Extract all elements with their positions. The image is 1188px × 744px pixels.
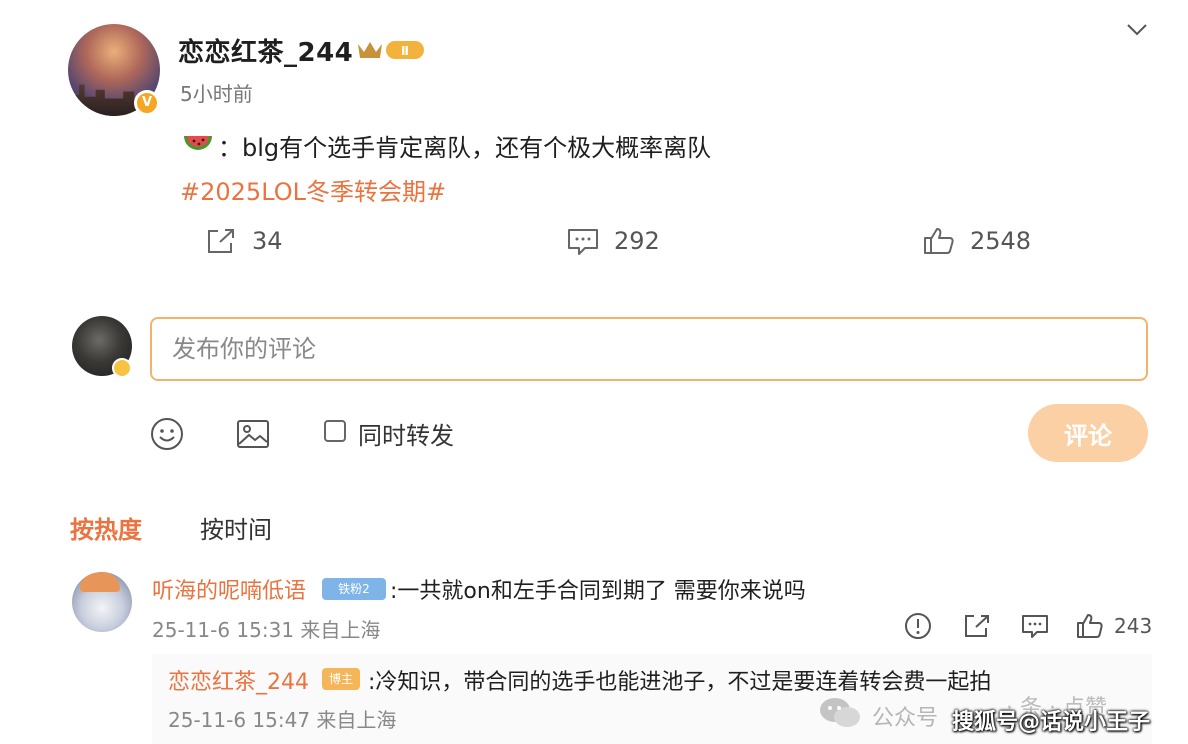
post-hashtag-link[interactable]: #2025LOL冬季转会期#	[180, 172, 446, 207]
commenter-username[interactable]: 听海的呢喃低语	[152, 573, 306, 605]
crown-level-icon: Ⅱ	[358, 41, 424, 59]
post-time: 5小时前	[180, 82, 253, 106]
report-icon[interactable]	[904, 612, 932, 640]
comment-time: 25-11-6 15:31 来自上海	[152, 618, 381, 642]
reply-time: 25-11-6 15:47 来自上海	[168, 708, 397, 732]
emoji-icon[interactable]	[150, 417, 184, 451]
tab-sort-hot[interactable]: 按热度	[70, 510, 142, 545]
comment-input[interactable]	[150, 317, 1148, 381]
commenter-avatar[interactable]	[72, 572, 132, 632]
share-icon	[208, 229, 234, 253]
comment-icon	[568, 229, 598, 255]
chevron-down-icon[interactable]	[1124, 20, 1150, 40]
my-verified-badge	[112, 358, 132, 378]
author-badge: 博主	[322, 668, 360, 690]
author-username[interactable]: 恋恋红茶_244	[178, 32, 353, 69]
image-icon[interactable]	[236, 418, 270, 450]
comment-like-button[interactable]: 243	[1076, 612, 1152, 640]
reply-text: :冷知识，带合同的选手也能进池子，不过是要连着转会费一起拍	[368, 670, 992, 695]
fan-badge: 铁粉2	[322, 578, 386, 600]
tab-sort-time[interactable]: 按时间	[200, 510, 272, 545]
comment-text: :一共就on和左手合同到期了 需要你来说吗	[390, 579, 806, 604]
like-count: 2548	[970, 227, 1032, 255]
level-badge-text: Ⅱ	[401, 44, 409, 58]
watermark-sohu: 搜狐号@话说小王子	[952, 710, 1151, 735]
reply-username[interactable]: 恋恋红茶_244	[168, 664, 309, 696]
repost-checkbox-label[interactable]: 同时转发	[358, 416, 454, 451]
like-button[interactable]: 2548	[922, 226, 1031, 256]
repost-button[interactable]: 34	[204, 226, 283, 256]
watermark-gzh: 公众号	[872, 706, 939, 731]
verified-badge: V	[134, 90, 160, 116]
thumbs-up-icon	[924, 228, 954, 254]
comment-share-icon[interactable]	[962, 612, 992, 640]
repost-checkbox[interactable]	[324, 420, 346, 442]
comment-reply-icon[interactable]	[1020, 612, 1050, 640]
comment-like-count: 243	[1114, 614, 1153, 638]
thumbs-up-icon	[1077, 614, 1103, 638]
submit-comment-button[interactable]: 评论	[1028, 404, 1148, 462]
comment-count: 292	[614, 227, 660, 255]
repost-count: 34	[252, 227, 283, 255]
wechat-icon	[820, 698, 860, 727]
post-text: ：blg有个选手肯定离队，还有个极大概率离队	[218, 134, 712, 162]
comment-button[interactable]: 292	[566, 226, 660, 256]
watermelon-icon	[184, 136, 212, 150]
